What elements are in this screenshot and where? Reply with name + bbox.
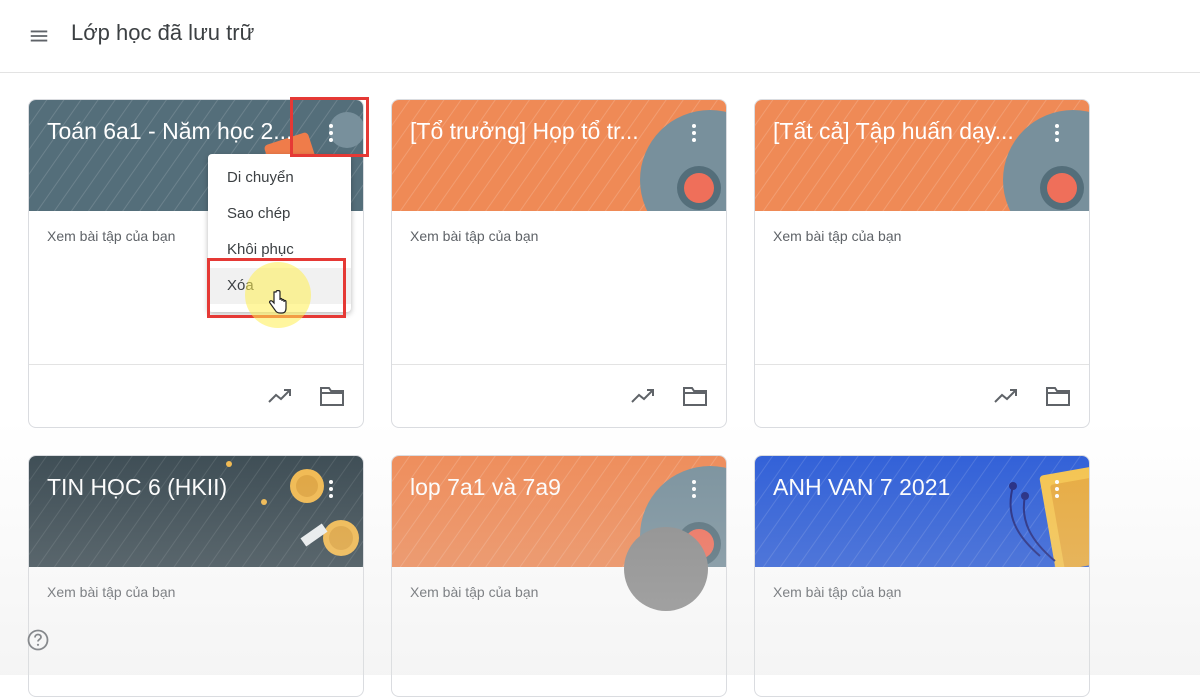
card-footer <box>392 364 726 427</box>
more-vert-icon[interactable] <box>1051 122 1063 144</box>
banner-stripes <box>29 456 363 567</box>
trending-up-icon[interactable] <box>267 385 293 407</box>
class-card[interactable]: TIN HỌC 6 (HKII) Xem bài tập của bạn <box>28 455 364 697</box>
top-app-bar: Lớp học đã lưu trữ <box>0 0 1200 73</box>
card-banner[interactable]: TIN HỌC 6 (HKII) <box>29 456 363 567</box>
card-banner[interactable]: [Tất cả] Tập huấn dạy... <box>755 100 1089 211</box>
card-title[interactable]: [Tổ trưởng] Họp tổ tr... <box>410 118 660 145</box>
card-footer <box>755 364 1089 427</box>
card-title[interactable]: Toán 6a1 - Năm học 2... <box>47 118 297 145</box>
class-card[interactable]: [Tất cả] Tập huấn dạy... Xem bài tập của… <box>754 99 1090 428</box>
menu-item-copy[interactable]: Sao chép <box>208 196 351 232</box>
trending-up-icon[interactable] <box>993 385 1019 407</box>
highlight-box-more-button <box>290 97 369 157</box>
card-title[interactable]: TIN HỌC 6 (HKII) <box>47 474 297 501</box>
folder-icon[interactable] <box>682 385 708 407</box>
card-title[interactable]: lop 7a1 và 7a9 <box>410 474 660 501</box>
menu-item-move[interactable]: Di chuyển <box>208 160 351 196</box>
more-vert-icon[interactable] <box>1051 478 1063 500</box>
card-subtitle[interactable]: Xem bài tập của bạn <box>410 584 538 600</box>
banner-stripes <box>755 100 1089 211</box>
card-banner[interactable]: ANH VAN 7 2021 <box>755 456 1089 567</box>
touch-indicator <box>624 527 708 611</box>
page-title: Lớp học đã lưu trữ <box>71 20 255 45</box>
card-subtitle[interactable]: Xem bài tập của bạn <box>773 584 901 600</box>
class-card[interactable]: [Tổ trưởng] Họp tổ tr... Xem bài tập của… <box>391 99 727 428</box>
class-card[interactable]: ANH VAN 7 2021 Xem bài tập của bạn <box>754 455 1090 697</box>
card-title[interactable]: [Tất cả] Tập huấn dạy... <box>773 118 1023 145</box>
card-subtitle[interactable]: Xem bài tập của bạn <box>773 228 901 244</box>
folder-icon[interactable] <box>319 385 345 407</box>
card-subtitle[interactable]: Xem bài tập của bạn <box>47 228 175 244</box>
card-subtitle[interactable]: Xem bài tập của bạn <box>410 228 538 244</box>
more-vert-icon[interactable] <box>325 478 337 500</box>
card-banner[interactable]: [Tổ trưởng] Họp tổ tr... <box>392 100 726 211</box>
card-footer <box>29 364 363 427</box>
banner-stripes <box>755 456 1089 567</box>
banner-stripes <box>392 100 726 211</box>
trending-up-icon[interactable] <box>630 385 656 407</box>
card-subtitle[interactable]: Xem bài tập của bạn <box>47 584 175 600</box>
menu-icon[interactable] <box>28 25 50 47</box>
more-vert-icon[interactable] <box>688 478 700 500</box>
more-vert-icon[interactable] <box>688 122 700 144</box>
help-icon[interactable] <box>27 629 49 651</box>
hand-cursor-icon <box>269 290 287 314</box>
card-title[interactable]: ANH VAN 7 2021 <box>773 474 1023 501</box>
folder-icon[interactable] <box>1045 385 1071 407</box>
